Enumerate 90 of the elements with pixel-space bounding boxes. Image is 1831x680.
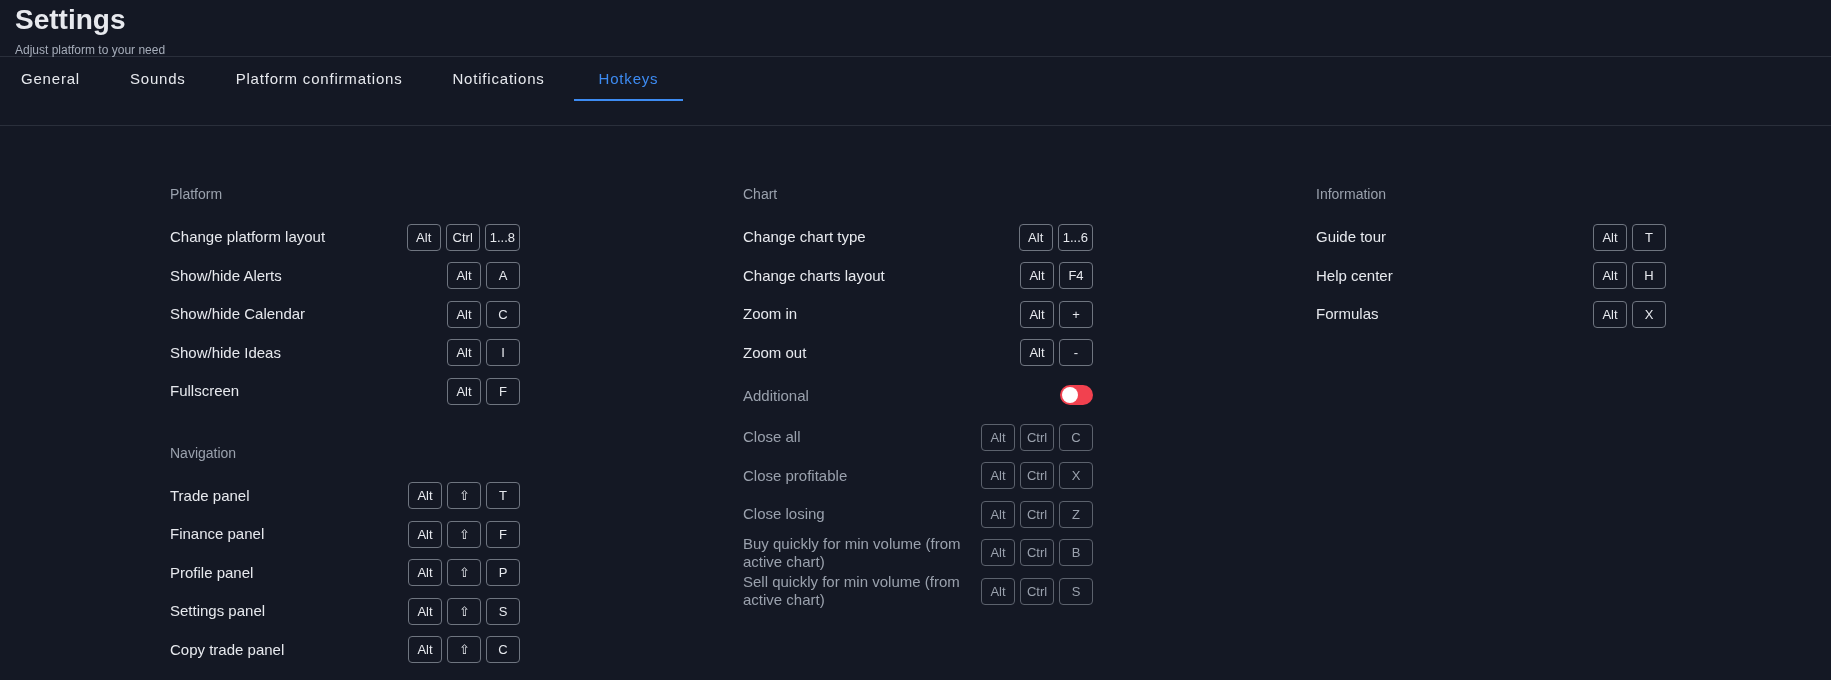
tab[interactable]: General xyxy=(0,57,101,101)
key-cap: Alt xyxy=(1020,300,1054,328)
hotkey-label: Close all xyxy=(743,428,801,447)
key-cap: F4 xyxy=(1059,262,1093,290)
key-cap: Alt xyxy=(447,377,481,405)
hotkey-label: Finance panel xyxy=(170,525,265,544)
key-cap: Alt xyxy=(1593,300,1627,328)
key-cap: Alt xyxy=(447,262,481,290)
key-cap: Alt xyxy=(1020,262,1054,290)
tab[interactable]: Hotkeys xyxy=(573,57,684,101)
key-cap: + xyxy=(1059,300,1093,328)
hotkey-label: Copy trade panel xyxy=(170,640,285,659)
key-cap: Alt xyxy=(408,636,442,664)
hotkey-label: Change platform layout xyxy=(170,228,326,247)
key-cap: I xyxy=(486,339,520,367)
hotkey-label: Fullscreen xyxy=(170,382,240,401)
hotkey-label: Close profitable xyxy=(743,466,848,485)
key-cap: B xyxy=(1059,539,1093,567)
hotkey-label: Zoom out xyxy=(743,343,807,362)
toggle-switch[interactable] xyxy=(1060,385,1093,405)
section-heading: Platform xyxy=(170,186,224,204)
page-title: Settings xyxy=(15,3,127,37)
key-cap: Alt xyxy=(447,339,481,367)
key-cap: Alt xyxy=(447,300,481,328)
key-cap: ⇧ xyxy=(447,520,481,548)
key-cap: Ctrl xyxy=(1020,577,1054,605)
key-cap: 1...8 xyxy=(484,223,520,251)
key-cap: A xyxy=(486,262,520,290)
hotkey-label: Help center xyxy=(1316,266,1393,285)
section-heading: Navigation xyxy=(170,444,238,463)
key-cap: Ctrl xyxy=(1020,500,1054,528)
key-cap: Alt xyxy=(981,500,1015,528)
hotkey-label: Guide tour xyxy=(1316,228,1387,247)
hotkey-label: Trade panel xyxy=(170,486,250,505)
section-heading: Information xyxy=(1316,186,1388,204)
key-cap: S xyxy=(486,597,520,625)
key-cap: X xyxy=(1632,300,1666,328)
key-cap: Alt xyxy=(408,597,442,625)
key-cap: Alt xyxy=(408,559,442,587)
key-cap: T xyxy=(486,482,520,510)
key-cap: Ctrl xyxy=(1020,423,1054,451)
key-cap: Alt xyxy=(408,482,442,510)
key-cap: Alt xyxy=(981,462,1015,490)
key-cap: Alt xyxy=(981,539,1015,567)
hotkey-label: Zoom in xyxy=(743,305,798,324)
hotkey-label: Sell quickly for min volume (from active chart) xyxy=(743,573,961,610)
tab[interactable]: Notifications xyxy=(431,57,566,101)
key-cap: Ctrl xyxy=(1020,462,1054,490)
key-cap: ⇧ xyxy=(447,636,481,664)
key-cap: Z xyxy=(1059,500,1093,528)
additional-label: Additional xyxy=(743,386,809,404)
key-cap: 1...6 xyxy=(1057,223,1093,251)
key-cap: Alt xyxy=(1018,223,1053,251)
key-cap: T xyxy=(1632,223,1666,251)
hotkey-label: Show/hide Calendar xyxy=(170,305,306,324)
tab[interactable]: Sounds xyxy=(108,57,207,101)
hotkey-label: Settings panel xyxy=(170,602,266,621)
key-cap: ⇧ xyxy=(447,597,481,625)
hotkey-label: Change charts layout xyxy=(743,266,885,285)
hotkey-label: Change chart type xyxy=(743,228,866,247)
hotkey-label: Profile panel xyxy=(170,563,254,582)
key-cap: C xyxy=(486,300,520,328)
key-cap: P xyxy=(486,559,520,587)
key-cap: - xyxy=(1059,339,1093,367)
hotkey-label: Formulas xyxy=(1316,305,1379,324)
hotkey-label: Show/hide Ideas xyxy=(170,343,281,362)
hotkey-label: Close losing xyxy=(743,505,825,524)
key-cap: C xyxy=(486,636,520,664)
key-cap: Alt xyxy=(1593,223,1627,251)
key-cap: F xyxy=(486,520,520,548)
section-heading: Chart xyxy=(743,186,779,204)
key-cap: Alt xyxy=(406,223,441,251)
key-cap: S xyxy=(1059,577,1093,605)
page-subtitle: Adjust platform to your need xyxy=(15,43,167,57)
key-cap: Alt xyxy=(981,423,1015,451)
key-cap: Alt xyxy=(408,520,442,548)
tab[interactable]: Platform confirmations xyxy=(214,57,424,101)
key-cap: Ctrl xyxy=(1020,539,1054,567)
key-cap: X xyxy=(1059,462,1093,490)
key-cap: Alt xyxy=(1020,339,1054,367)
key-cap: Alt xyxy=(1593,262,1627,290)
key-cap: ⇧ xyxy=(447,482,481,510)
key-cap: C xyxy=(1059,423,1093,451)
key-cap: H xyxy=(1632,262,1666,290)
key-cap: Alt xyxy=(981,577,1015,605)
key-cap: F xyxy=(486,377,520,405)
key-cap: Ctrl xyxy=(445,223,480,251)
hotkey-label: Show/hide Alerts xyxy=(170,266,282,285)
hotkey-label: Buy quickly for min volume (from active chart) xyxy=(743,534,962,571)
key-cap: ⇧ xyxy=(447,559,481,587)
